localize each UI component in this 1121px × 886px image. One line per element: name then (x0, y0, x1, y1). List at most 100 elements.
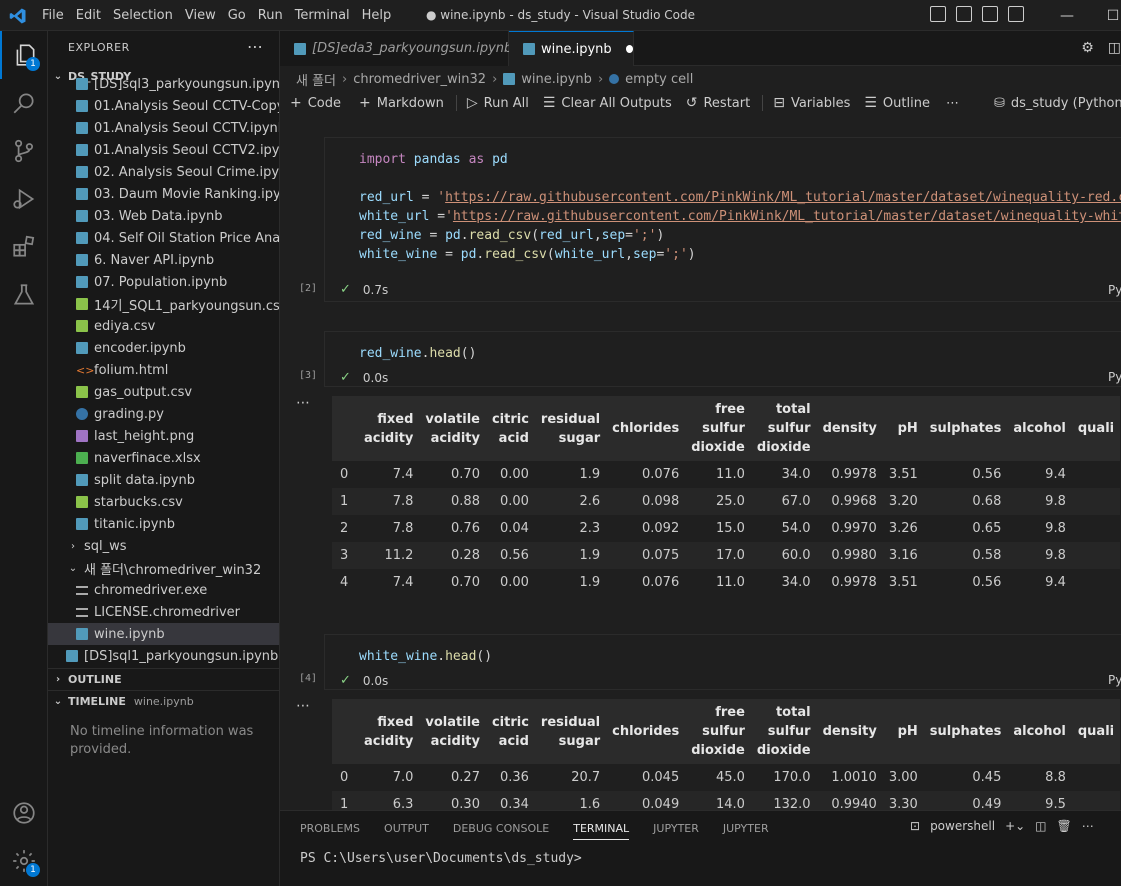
manage-activity[interactable]: 1 (0, 837, 48, 885)
clear-outputs-button[interactable]: ☰ Clear All Outputs (543, 95, 672, 111)
maximize-icon[interactable]: ☐ (1090, 8, 1121, 24)
toggle-primary-sidebar-icon[interactable] (930, 6, 946, 22)
tab-terminal[interactable]: TERMINAL (573, 822, 630, 840)
cell-2-code[interactable]: red_wine.head() (359, 344, 476, 363)
folder-item[interactable]: ⌄ 새 폴더\chromedriver_win32 (48, 557, 279, 579)
tab-problems[interactable]: PROBLEMS (300, 822, 360, 840)
menu-terminal[interactable]: Terminal (295, 8, 350, 23)
folder-item[interactable]: › sql_ws (48, 535, 279, 557)
add-code-button[interactable]: + Code (290, 95, 341, 111)
outline-button[interactable]: ☰ Outline (864, 95, 930, 111)
toggle-panel-icon[interactable] (956, 6, 972, 22)
file-item[interactable]: titanic.ipynb (48, 513, 279, 535)
breadcrumb-file[interactable]: wine.ipynb (521, 72, 592, 87)
split-terminal-icon[interactable]: ◫ (1035, 819, 1046, 833)
tab-wine[interactable]: wine.ipynb (509, 31, 634, 66)
variables-button[interactable]: ⊟ Variables (773, 95, 850, 111)
menu-go[interactable]: Go (228, 8, 246, 23)
breadcrumb-cell[interactable]: empty cell (625, 72, 693, 87)
file-item[interactable]: 01.Analysis Seoul CCTV.ipynb (48, 117, 279, 139)
menu-view[interactable]: View (185, 8, 216, 23)
outline-section-header[interactable]: › OUTLINE (48, 668, 279, 690)
file-item[interactable]: gas_output.csv (48, 381, 279, 403)
output-more-icon[interactable]: ⋯ (296, 395, 310, 411)
menu-help[interactable]: Help (362, 8, 392, 23)
more-actions-icon[interactable]: ⋯ (247, 37, 263, 56)
breadcrumb-folder[interactable]: 새 폴더 (296, 70, 336, 89)
column-header-text: pH (897, 421, 918, 436)
tab-debug-console[interactable]: DEBUG CONSOLE (453, 822, 549, 840)
file-item[interactable]: last_height.png (48, 425, 279, 447)
table-row: 3 11.2 0.28 0.56 1.9 0.075 17.0 60.0 0.9980 3.16 0… (332, 542, 1121, 569)
file-item[interactable]: ediya.csv (48, 315, 279, 337)
file-item[interactable]: 02. Analysis Seoul Crime.ipynb (48, 161, 279, 183)
file-item[interactable]: starbucks.csv (48, 491, 279, 513)
accounts-activity[interactable] (0, 789, 48, 837)
terminal-prompt[interactable]: PS C:\Users\user\Documents\ds_study> (300, 851, 582, 866)
menu-selection[interactable]: Selection (113, 8, 173, 23)
breadcrumb-subfolder[interactable]: chromedriver_win32 (353, 72, 486, 87)
customize-layout-icon[interactable] (1008, 6, 1024, 22)
file-item[interactable]: split data.ipynb (48, 469, 279, 491)
file-item[interactable]: 01.Analysis Seoul CCTV-Copy1.... (48, 95, 279, 117)
red-url-string[interactable]: https://raw.githubusercontent.com/PinkWi… (445, 190, 1121, 205)
cell-language[interactable]: Py (1108, 370, 1121, 384)
file-item[interactable]: 03. Web Data.ipynb (48, 205, 279, 227)
file-item[interactable]: [DS]sql1_parkyoungsun.ipynb (48, 645, 279, 667)
file-item[interactable]: 03. Daum Movie Ranking.ipynb (48, 183, 279, 205)
toggle-secondary-sidebar-icon[interactable] (982, 6, 998, 22)
file-item[interactable]: 14기_SQL1_parkyoungsun.csv.c... (48, 293, 279, 315)
cell-language[interactable]: Py (1108, 283, 1121, 297)
white-url-string[interactable]: https://raw.githubusercontent.com/PinkWi… (453, 209, 1121, 224)
unsaved-dot-icon[interactable] (625, 45, 633, 53)
file-item[interactable]: wine.ipynb (48, 623, 279, 645)
table-cell: 0.30 (451, 797, 480, 810)
run-all-button[interactable]: ▷ Run All (467, 95, 529, 111)
cell-1-code[interactable]: import pandas as pd red_url = 'https://r… (359, 150, 1121, 264)
split-editor-icon[interactable]: ◫ (1108, 40, 1121, 56)
file-item[interactable]: 01.Analysis Seoul CCTV2.ipynb (48, 139, 279, 161)
code-cell-1[interactable]: import pandas as pd red_url = 'https://r… (324, 137, 1121, 302)
more-actions-icon[interactable]: ⋯ (1082, 819, 1094, 833)
extensions-activity[interactable] (0, 223, 48, 271)
tab-jupyter-2[interactable]: JUPYTER (723, 822, 769, 840)
tab-output[interactable]: OUTPUT (384, 822, 429, 840)
tab-jupyter[interactable]: JUPYTER (653, 822, 699, 840)
file-item[interactable]: naverfinace.xlsx (48, 447, 279, 469)
menu-file[interactable]: File (42, 8, 64, 23)
column-header-text: sugar (558, 430, 601, 446)
code-cell-3[interactable]: white_wine.head() (324, 634, 1121, 690)
file-item[interactable]: 04. Self Oil Station Price Analys... (48, 227, 279, 249)
add-markdown-button[interactable]: + Markdown (359, 95, 444, 111)
cell-language[interactable]: Py (1108, 673, 1121, 687)
cell-3-code[interactable]: white_wine.head() (359, 647, 492, 666)
explorer-activity[interactable]: 1 (0, 31, 48, 79)
file-item[interactable]: chromedriver.exe (48, 579, 279, 601)
trash-icon[interactable]: 🗑 (1057, 819, 1072, 833)
column-header: density (817, 396, 883, 461)
file-item[interactable]: [DS]sql3_parkyoungsun.ipynb (48, 73, 279, 95)
shell-name[interactable]: powershell (930, 819, 995, 833)
minimize-icon[interactable]: — (1044, 8, 1090, 24)
source-control-activity[interactable] (0, 127, 48, 175)
testing-activity[interactable] (0, 271, 48, 319)
file-item[interactable]: <> folium.html (48, 359, 279, 381)
run-debug-activity[interactable] (0, 175, 48, 223)
file-item[interactable]: 07. Population.ipynb (48, 271, 279, 293)
new-terminal-icon[interactable]: +⌄ (1005, 819, 1025, 833)
file-item[interactable]: grading.py (48, 403, 279, 425)
output-more-icon[interactable]: ⋯ (296, 698, 310, 714)
restart-button[interactable]: ↺ Restart (686, 95, 750, 111)
code-cell-2[interactable]: red_wine.head() (324, 331, 1121, 387)
file-item[interactable]: encoder.ipynb (48, 337, 279, 359)
kernel-picker[interactable]: ⛁ ds_study (Python 3 (994, 90, 1121, 116)
file-item[interactable]: 6. Naver API.ipynb (48, 249, 279, 271)
file-item[interactable]: LICENSE.chromedriver (48, 601, 279, 623)
gear-icon[interactable]: ⚙ (1081, 40, 1094, 56)
search-activity[interactable] (0, 79, 48, 127)
tab-eda3[interactable]: [DS]eda3_parkyoungsun.ipynb (280, 31, 512, 66)
timeline-section-header[interactable]: ⌄ TIMELINE wine.ipynb (48, 690, 279, 712)
more-toolbar-icon[interactable]: ⋯ (946, 96, 959, 111)
menu-edit[interactable]: Edit (76, 8, 101, 23)
menu-run[interactable]: Run (258, 8, 283, 23)
